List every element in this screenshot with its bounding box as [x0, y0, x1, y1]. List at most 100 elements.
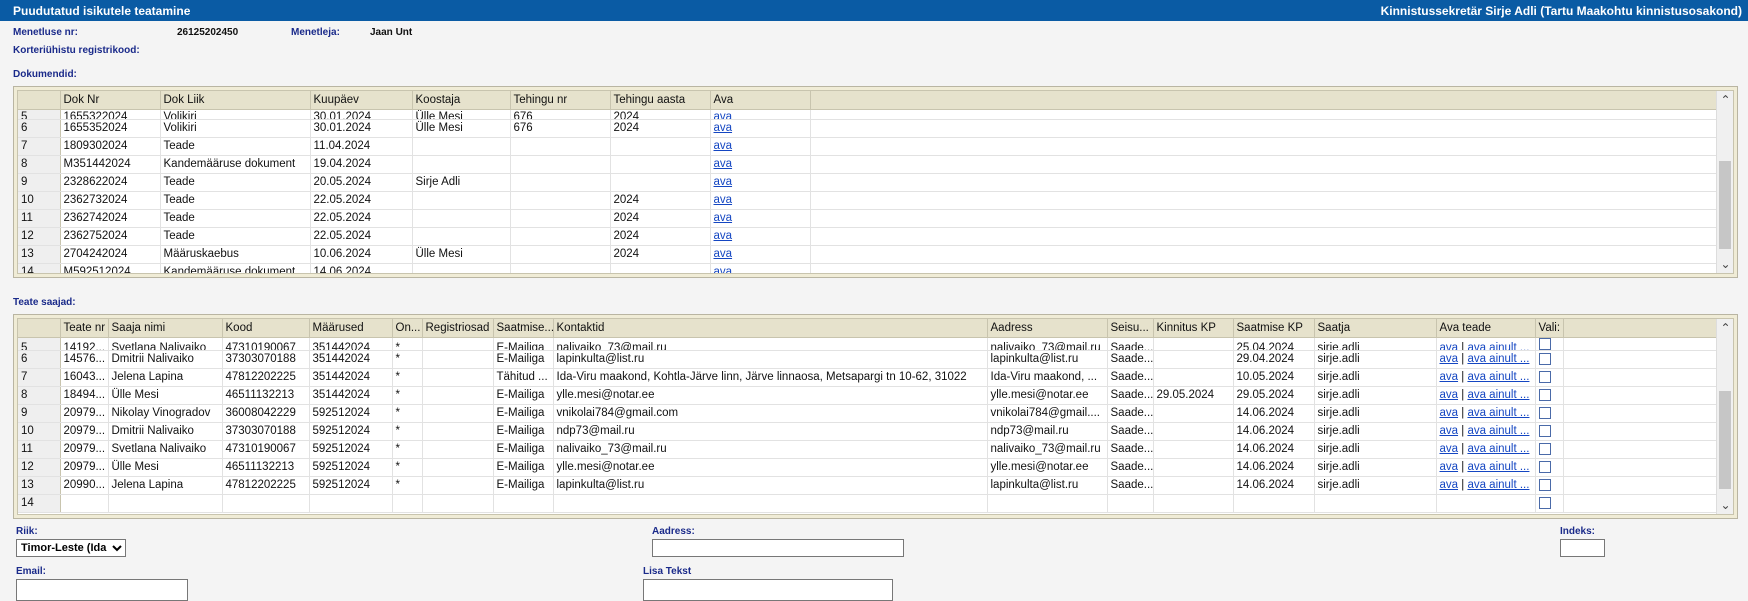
email-input[interactable]: [16, 579, 188, 601]
ava-link[interactable]: ava: [1440, 461, 1459, 473]
ava-link[interactable]: ava: [714, 248, 733, 260]
ava-link[interactable]: ava: [1440, 389, 1459, 401]
documents-scroll-thumb[interactable]: [1719, 161, 1731, 249]
recipients-col-header[interactable]: On...: [392, 319, 423, 338]
recipients-row[interactable]: 14: [18, 494, 1718, 513]
documents-row[interactable]: 14 M592512024 Kandemääruse dokument 14.06.2…: [18, 263, 1718, 273]
recipients-col-header[interactable]: Saatmise...: [493, 319, 554, 338]
recipients-row[interactable]: 12 20979... Ülle Mesi 46511132213 592512024 *…: [18, 458, 1718, 477]
ava-link[interactable]: ava: [1440, 342, 1459, 349]
recipients-row[interactable]: 7 16043... Jelena Lapina 47812202225 3514420…: [18, 368, 1718, 387]
ava-link[interactable]: ava: [1440, 479, 1459, 491]
recipients-row[interactable]: 13 20990... Jelena Lapina 47812202225 592512…: [18, 476, 1718, 495]
recipients-col-header[interactable]: Kinnitus KP: [1153, 319, 1234, 338]
ava-link[interactable]: ava: [714, 266, 733, 273]
recipients-row[interactable]: 11 20979... Svetlana Nalivaiko 47310190067 5…: [18, 440, 1718, 459]
ava-link[interactable]: ava: [714, 111, 733, 118]
recipients-row[interactable]: 5 14192... Svetlana Nalivaiko 47310190067 35…: [18, 337, 1718, 351]
ava-link[interactable]: ava: [1440, 425, 1459, 437]
select-checkbox[interactable]: [1538, 424, 1551, 437]
documents-row[interactable]: 6 1655352024 Volikiri 30.01.2024 Ülle Mesi 67…: [18, 119, 1718, 138]
recipients-scroll-thumb[interactable]: [1719, 391, 1731, 489]
recipients-col-header[interactable]: Saatja: [1314, 319, 1437, 338]
ava-ainult-link[interactable]: ava ainult ...: [1467, 443, 1529, 455]
chevron-up-icon[interactable]: ⌃: [1717, 319, 1733, 337]
recipients-col-header[interactable]: Kontaktid: [553, 319, 988, 338]
documents-col-header[interactable]: Dok Liik: [160, 91, 311, 110]
ava-ainult-link[interactable]: ava ainult ...: [1467, 342, 1529, 349]
recipients-col-header[interactable]: Saatmise KP: [1233, 319, 1315, 338]
ava-ainult-link[interactable]: ava ainult ...: [1467, 461, 1529, 473]
ava-link[interactable]: ava: [714, 194, 733, 206]
ava-link[interactable]: ava: [714, 158, 733, 170]
ava-link[interactable]: ava: [714, 140, 733, 152]
documents-row[interactable]: 12 2362752024 Teade 22.05.2024 2024 ava: [18, 227, 1718, 246]
recipients-col-header[interactable]: Vali:: [1535, 319, 1564, 338]
ava-link[interactable]: ava: [1440, 443, 1459, 455]
ava-ainult-link[interactable]: ava ainult ...: [1467, 353, 1529, 365]
documents-col-header[interactable]: Tehingu aasta: [610, 91, 711, 110]
recipients-col-header[interactable]: Aadress: [987, 319, 1108, 338]
recipients-col-header[interactable]: [18, 319, 61, 338]
select-checkbox[interactable]: [1538, 442, 1551, 455]
ava-ainult-link[interactable]: ava ainult ...: [1467, 371, 1529, 383]
aadress-input[interactable]: [652, 539, 904, 557]
documents-cell-aasta: 2024: [610, 191, 711, 210]
recipients-section-label: Teate saajad:: [13, 297, 76, 308]
select-checkbox[interactable]: [1538, 352, 1551, 365]
recipients-row[interactable]: 10 20979... Dmitrii Nalivaiko 37303070188 59…: [18, 422, 1718, 441]
recipients-col-header[interactable]: Seisu...: [1107, 319, 1154, 338]
recipients-col-header[interactable]: Ava teade: [1436, 319, 1536, 338]
recipients-scrollbar[interactable]: ⌃ ⌄: [1716, 319, 1733, 514]
recipients-col-header[interactable]: Kood: [222, 319, 310, 338]
ava-link[interactable]: ava: [714, 176, 733, 188]
documents-col-header[interactable]: [18, 91, 61, 110]
documents-row[interactable]: 5 1655322024 Volikiri 30.01.2024 Ülle Mesi 67…: [18, 109, 1718, 120]
select-checkbox[interactable]: [1538, 370, 1551, 383]
ava-link[interactable]: ava: [1440, 407, 1459, 419]
recipients-col-header[interactable]: Teate nr: [60, 319, 109, 338]
select-checkbox[interactable]: [1538, 460, 1551, 473]
ava-ainult-link[interactable]: ava ainult ...: [1467, 389, 1529, 401]
recipients-cell-seisu: Saade...: [1107, 337, 1154, 351]
documents-row[interactable]: 10 2362732024 Teade 22.05.2024 2024 ava: [18, 191, 1718, 210]
ava-link[interactable]: ava: [1440, 353, 1459, 365]
ava-link[interactable]: ava: [714, 212, 733, 224]
ava-ainult-link[interactable]: ava ainult ...: [1467, 425, 1529, 437]
chevron-up-icon[interactable]: ⌃: [1717, 91, 1733, 109]
documents-row[interactable]: 11 2362742024 Teade 22.05.2024 2024 ava: [18, 209, 1718, 228]
recipients-col-header[interactable]: Registriosad: [422, 319, 494, 338]
documents-row[interactable]: 9 2328622024 Teade 20.05.2024 Sirje Adli ava: [18, 173, 1718, 192]
ava-ainult-link[interactable]: ava ainult ...: [1467, 479, 1529, 491]
documents-row[interactable]: 13 2704242024 Määruskaebus 10.06.2024 Ülle M…: [18, 245, 1718, 264]
indeks-input[interactable]: [1560, 539, 1605, 557]
recipients-col-header[interactable]: Määrused: [309, 319, 393, 338]
lisa-tekst-input[interactable]: [643, 579, 893, 601]
recipients-col-header[interactable]: Saaja nimi: [108, 319, 223, 338]
documents-scrollbar[interactable]: ⌃ ⌄: [1716, 91, 1733, 273]
documents-row[interactable]: 8 M351442024 Kandemääruse dokument 19.04.20…: [18, 155, 1718, 174]
recipients-cell-ava-teade: ava | ava ainult ...: [1436, 404, 1536, 423]
select-checkbox[interactable]: [1538, 478, 1551, 491]
recipients-cell-empty: [108, 494, 223, 513]
documents-col-header[interactable]: Koostaja: [412, 91, 511, 110]
select-checkbox[interactable]: [1538, 406, 1551, 419]
recipients-row[interactable]: 9 20979... Nikolay Vinogradov 36008042229 59…: [18, 404, 1718, 423]
documents-col-header[interactable]: Tehingu nr: [510, 91, 611, 110]
chevron-down-icon[interactable]: ⌄: [1717, 496, 1733, 514]
chevron-down-icon[interactable]: ⌄: [1717, 255, 1733, 273]
recipients-row[interactable]: 8 18494... Ülle Mesi 46511132213 351442024 * E…: [18, 386, 1718, 405]
ava-ainult-link[interactable]: ava ainult ...: [1467, 407, 1529, 419]
ava-link[interactable]: ava: [714, 230, 733, 242]
documents-col-header[interactable]: Kuupäev: [310, 91, 413, 110]
recipients-row[interactable]: 6 14576... Dmitrii Nalivaiko 37303070188 351…: [18, 350, 1718, 369]
select-checkbox[interactable]: [1538, 388, 1551, 401]
documents-row[interactable]: 7 1809302024 Teade 11.04.2024 ava: [18, 137, 1718, 156]
ava-link[interactable]: ava: [714, 122, 733, 134]
select-checkbox[interactable]: [1538, 337, 1551, 349]
select-checkbox[interactable]: [1538, 496, 1551, 509]
ava-link[interactable]: ava: [1440, 371, 1459, 383]
documents-col-header[interactable]: Ava: [710, 91, 811, 110]
riik-select[interactable]: Timor-Leste (Ida: [16, 539, 126, 557]
documents-col-header[interactable]: Dok Nr: [60, 91, 161, 110]
